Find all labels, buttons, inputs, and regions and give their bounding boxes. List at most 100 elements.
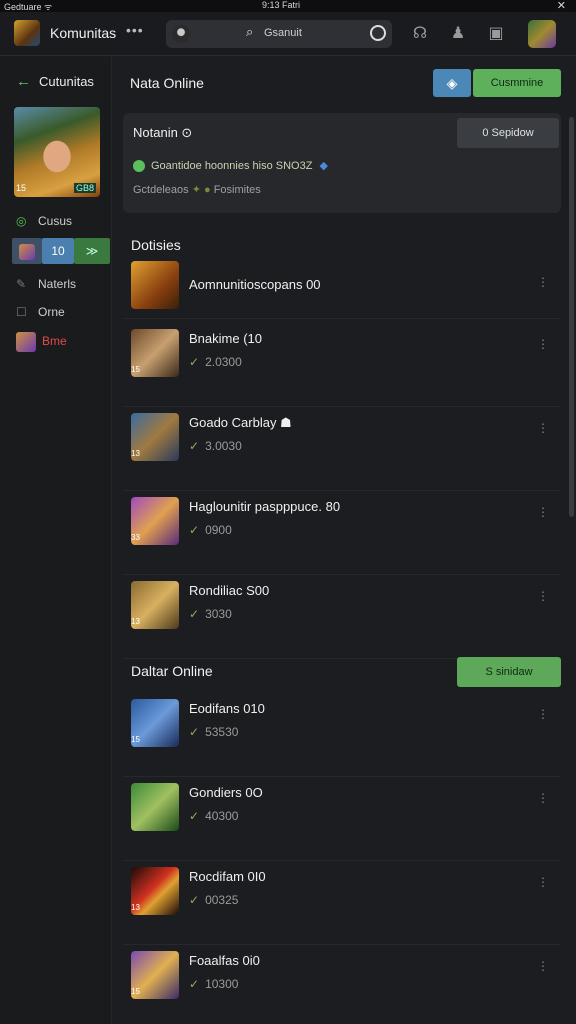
item-stat-value: 40300 xyxy=(205,809,239,823)
item-stat-value: 2.0300 xyxy=(205,355,242,369)
card-meta-b: Fosimites xyxy=(213,184,261,196)
check-icon: ✓ xyxy=(189,607,200,621)
sidebar-chip-group: 10 ≫ xyxy=(12,238,110,264)
check-icon: ✓ xyxy=(189,725,200,739)
section-title-2: Daltar Online xyxy=(131,663,213,679)
item-name: Eodifans 010 xyxy=(189,701,265,716)
item-stat: ✓ 53530 xyxy=(189,725,238,739)
item-stat: ✓ 10300 xyxy=(189,977,238,991)
item-level: 13 xyxy=(131,449,140,458)
clear-search-icon[interactable] xyxy=(370,25,386,41)
list-item[interactable]: 13 Goado Carblay ☗ ✓ 3.0030 ⋮ xyxy=(123,407,561,491)
feather-icon: ✎ xyxy=(16,277,27,291)
list-item[interactable]: 33 Haglounitir paspppuce. 80 ✓ 0900 ⋮ xyxy=(123,491,561,575)
main-panel: Nata Online ◈ Cusmmine Notanin ⊙ 0 Sepid… xyxy=(113,57,576,1024)
ring-icon: ◎ xyxy=(16,214,27,228)
item-stat: ✓ 40300 xyxy=(189,809,238,823)
chip-avatar[interactable] xyxy=(12,238,42,264)
item-stat: ✓ 0900 xyxy=(189,523,232,537)
item-level: 15 xyxy=(131,735,140,744)
more-options-icon[interactable]: ⋮ xyxy=(537,589,549,603)
card-meta-line: Gctdeleaos ✦ ● Fosimites xyxy=(133,183,261,196)
search-input[interactable]: Gsanuit xyxy=(264,27,302,39)
item-level: 13 xyxy=(131,617,140,626)
item-stat-value: 00325 xyxy=(205,893,239,907)
sidebar-item-orne[interactable]: ☐ Orne xyxy=(16,305,65,319)
search-avatar xyxy=(172,25,190,43)
item-name: Haglounitir paspppuce. 80 xyxy=(189,499,341,514)
sidebar-item-label: Orne xyxy=(38,305,65,319)
online-dot-icon xyxy=(133,160,145,173)
close-icon[interactable]: ✕ xyxy=(557,0,566,12)
item-level: 13 xyxy=(131,903,140,912)
user-avatar[interactable] xyxy=(528,20,556,48)
more-options-icon[interactable]: ⋮ xyxy=(537,875,549,889)
sidebar-item-cusus[interactable]: ◎ Cusus xyxy=(16,214,72,228)
more-options-icon[interactable]: ⋮ xyxy=(537,275,549,289)
card-status-text: Goantidoe hoonnies hiso SNO3Z xyxy=(151,160,313,172)
more-menu-icon[interactable]: ••• xyxy=(126,22,144,38)
list-item[interactable]: Gondiers 0O ✓ 40300 ⋮ xyxy=(123,777,561,861)
sidebar-item-naterls[interactable]: ✎ Naterls xyxy=(16,277,76,291)
headset-icon[interactable]: ☊ xyxy=(410,24,430,44)
more-options-icon[interactable]: ⋮ xyxy=(537,791,549,805)
item-stat: ✓ 2.0300 xyxy=(189,355,242,369)
item-name: Foaalfas 0i0 xyxy=(189,953,260,968)
chest-icon[interactable]: ▣ xyxy=(486,24,506,44)
item-stat-value: 0900 xyxy=(205,523,232,537)
thumb-icon xyxy=(16,332,36,352)
item-level: 15 xyxy=(131,365,140,374)
status-bar: Gedtuare ᯤ 9:13 Fatri ✕ xyxy=(0,0,576,12)
back-label: Cutunitas xyxy=(39,74,94,89)
list-item[interactable]: 15 Bnakime (10 ✓ 2.0300 ⋮ xyxy=(123,323,561,407)
chip-forward[interactable]: ≫ xyxy=(74,238,110,264)
app-logo[interactable] xyxy=(14,20,40,46)
check-icon: ✓ xyxy=(189,355,200,369)
list-item[interactable]: Aomnunitioscopans 00 ⋮ xyxy=(123,261,561,319)
header-action-button[interactable]: Cusmmine xyxy=(473,69,561,97)
back-button[interactable]: ← Cutunitas xyxy=(16,73,94,90)
item-stat: ✓ 00325 xyxy=(189,893,238,907)
item-stat-value: 3.0030 xyxy=(205,439,242,453)
item-stat: ✓ 3030 xyxy=(189,607,232,621)
gem-button[interactable]: ◈ xyxy=(433,69,471,97)
community-avatar[interactable]: 15 GB8 xyxy=(14,107,100,197)
item-level: 15 xyxy=(131,987,140,996)
back-arrow-icon: ← xyxy=(16,73,31,90)
more-options-icon[interactable]: ⋮ xyxy=(537,505,549,519)
check-icon: ✓ xyxy=(189,893,200,907)
more-options-icon[interactable]: ⋮ xyxy=(537,421,549,435)
chip-count[interactable]: 10 xyxy=(42,238,74,264)
list-item[interactable]: 15 Foaalfas 0i0 ✓ 10300 ⋮ xyxy=(123,945,561,1024)
item-stat-value: 53530 xyxy=(205,725,239,739)
check-icon: ✓ xyxy=(189,523,200,537)
pin-icon[interactable]: ♟ xyxy=(448,24,468,44)
section-2-button[interactable]: S sinidaw xyxy=(457,657,561,687)
item-name: Rocdifam 0I0 xyxy=(189,869,266,884)
list-item[interactable]: 13 Rocdifam 0I0 ✓ 00325 ⋮ xyxy=(123,861,561,945)
item-name: Rondiliac S00 xyxy=(189,583,270,598)
check-icon: ✓ xyxy=(189,439,200,453)
item-name: Goado Carblay ☗ xyxy=(189,415,292,430)
card-button[interactable]: 0 Sepidow xyxy=(457,118,559,148)
avatar-level-badge: 15 xyxy=(16,183,27,193)
status-clock: 9:13 Fatri xyxy=(262,0,301,10)
item-thumbnail xyxy=(131,261,179,309)
sidebar-item-label: Bme xyxy=(42,334,67,349)
avatar-tag-badge: GB8 xyxy=(73,183,96,193)
list-item[interactable]: 15 Eodifans 010 ✓ 53530 ⋮ xyxy=(123,693,561,777)
item-name: Bnakime (10 xyxy=(189,331,262,346)
app-title: Komunitas xyxy=(50,25,117,41)
item-stat-value: 10300 xyxy=(205,977,239,991)
more-options-icon[interactable]: ⋮ xyxy=(537,707,549,721)
search-bar[interactable]: ⌕ Gsanuit xyxy=(166,20,392,48)
sidebar-item-bme[interactable]: Bme xyxy=(16,332,67,352)
more-options-icon[interactable]: ⋮ xyxy=(537,337,549,351)
list-item[interactable]: 13 Rondiliac S00 ✓ 3030 ⋮ xyxy=(123,575,561,659)
chip-thumb xyxy=(19,243,35,260)
diamond-icon: ◆ xyxy=(319,160,328,172)
more-options-icon[interactable]: ⋮ xyxy=(537,959,549,973)
scrollbar[interactable] xyxy=(569,117,574,517)
sidebar-item-label: Naterls xyxy=(38,277,77,291)
check-icon: ✓ xyxy=(189,977,200,991)
